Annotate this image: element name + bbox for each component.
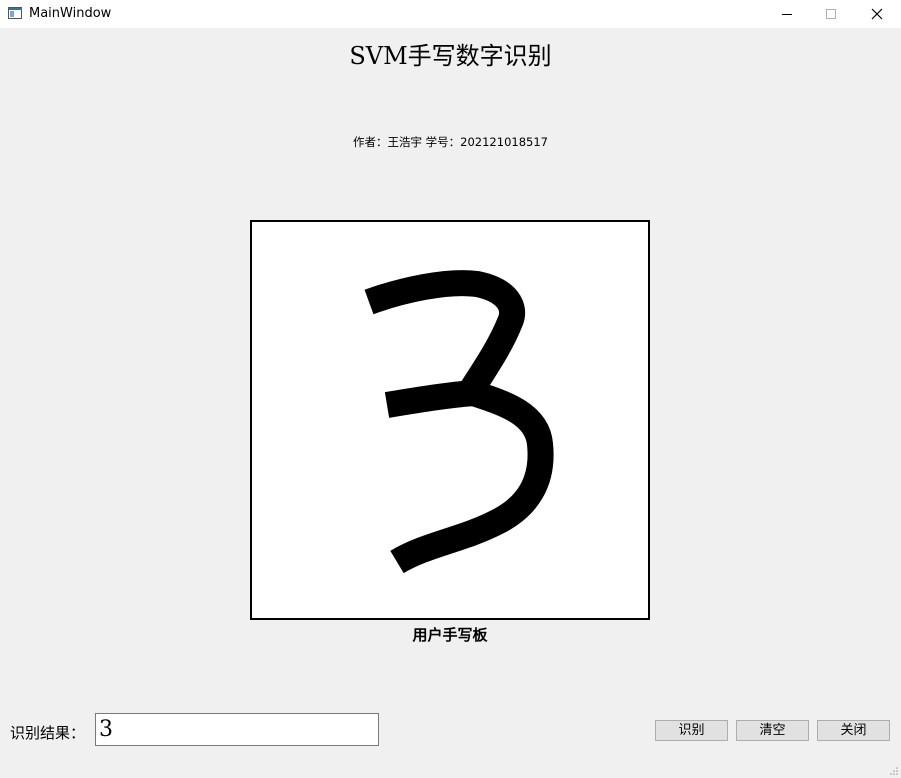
result-field[interactable]: 3 [95, 713, 379, 746]
minimize-icon [782, 14, 792, 15]
window-title: MainWindow [29, 6, 112, 21]
page-title: SVM手写数字识别 [349, 42, 552, 70]
handwritten-stroke [364, 270, 554, 574]
result-label: 识别结果： [10, 724, 86, 742]
maximize-button[interactable] [808, 0, 854, 28]
close-button[interactable]: 关闭 [817, 720, 890, 741]
app-icon [8, 7, 22, 19]
recognize-button[interactable]: 识别 [655, 720, 728, 741]
resize-grip-icon[interactable] [889, 766, 899, 776]
close-icon [871, 8, 883, 20]
canvas-label: 用户手写板 [412, 626, 488, 644]
minimize-button[interactable] [764, 0, 810, 28]
maximize-icon [826, 9, 836, 19]
title-bar: MainWindow [0, 0, 901, 28]
author-info: 作者：王浩宇 学号：202121018517 [353, 135, 548, 149]
close-window-button[interactable] [854, 0, 900, 28]
handwriting-canvas[interactable] [250, 220, 650, 620]
clear-button[interactable]: 清空 [736, 720, 809, 741]
